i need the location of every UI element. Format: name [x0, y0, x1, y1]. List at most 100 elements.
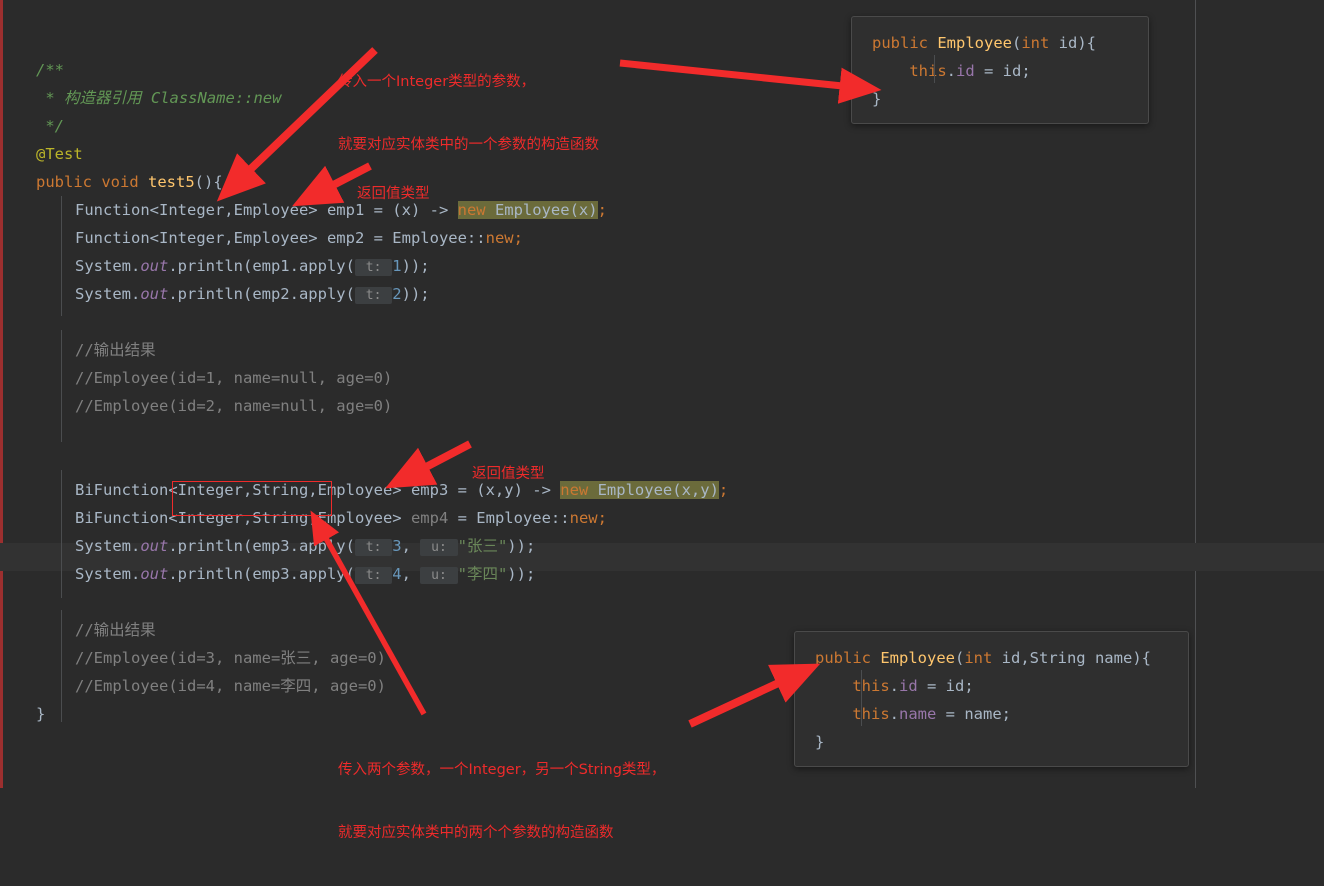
code-token: ; — [513, 229, 523, 247]
code-token: )); — [507, 565, 536, 583]
code-token: System. — [75, 537, 141, 555]
code-token: public — [815, 649, 881, 667]
code-token: , — [401, 537, 421, 555]
arrow-to-two-arg-constructor — [688, 663, 821, 728]
code-token: System. — [75, 257, 141, 275]
code-token: out — [140, 257, 169, 275]
code-token: System. — [75, 565, 141, 583]
indent-guide — [61, 330, 62, 442]
code-token: . — [889, 677, 899, 695]
code-line[interactable]: Function<Integer,Employee> emp1 = (x) ->… — [75, 196, 607, 224]
code-line[interactable]: * 构造器引用 ClassName::new — [36, 84, 281, 112]
code-token: //Employee(id=1, name=null, age=0) — [75, 369, 393, 387]
code-token: this — [852, 677, 890, 695]
snippet-constructor-two-args: public Employee(int id,String name){ thi… — [794, 631, 1189, 767]
code-line[interactable]: //Employee(id=1, name=null, age=0) — [75, 364, 392, 392]
code-token: test5 — [148, 173, 195, 191]
code-line[interactable]: //Employee(id=2, name=null, age=0) — [75, 392, 392, 420]
code-token: name — [899, 705, 937, 723]
code-line[interactable]: System.out.println(emp2.apply( t: 2)); — [75, 280, 430, 310]
indent-guide — [61, 470, 62, 598]
code-token: ( — [1011, 34, 1022, 52]
snippet-code-line: public Employee(int id,String name){ — [795, 644, 1188, 672]
code-token: ){ — [1132, 649, 1151, 667]
snippet-code-line: } — [795, 728, 1188, 756]
arrow-to-return-type-2 — [385, 440, 472, 489]
arrow-to-one-arg-constructor — [619, 59, 882, 104]
snippet-constructor-one-arg: public Employee(int id){ this.id = id;} — [851, 16, 1149, 124]
code-token: 3 — [392, 537, 402, 555]
code-token: = id; — [974, 62, 1031, 80]
code-token: id — [1058, 34, 1078, 52]
code-token: 4 — [392, 565, 402, 583]
code-token: out — [140, 285, 169, 303]
code-token: this — [909, 62, 947, 80]
snippet-code-line: this.name = name; — [795, 700, 1188, 728]
code-token: . — [889, 705, 899, 723]
code-token: .println(emp3.apply( — [168, 537, 355, 555]
code-token: //Employee(id=2, name=null, age=0) — [75, 397, 393, 415]
snippet-code-line: public Employee(int id){ — [852, 29, 1148, 57]
code-token: .println(emp2.apply( — [168, 285, 355, 303]
code-token: )); — [401, 285, 430, 303]
code-token: 1 — [392, 257, 402, 275]
annotation-two-params: 传入两个参数，一个Integer，另一个String类型， 就要对应实体类中的两… — [338, 762, 666, 841]
code-token: public — [872, 34, 938, 52]
code-token: new — [457, 201, 495, 219]
code-token: Employee(x) — [494, 201, 598, 219]
code-token: } — [36, 705, 46, 723]
code-token: u: — [420, 539, 458, 556]
code-token: int — [1021, 34, 1059, 52]
code-token: } — [815, 733, 825, 751]
code-line[interactable]: System.out.println(emp3.apply( t: 3, u: … — [75, 532, 535, 562]
code-token: "张三" — [457, 537, 508, 555]
code-line[interactable]: */ — [36, 112, 64, 140]
code-editor[interactable]: /** * 构造器引用 ClassName::new */@Test public… — [0, 0, 1324, 841]
generic-types-red-box — [172, 481, 332, 516]
code-token: int — [964, 649, 1002, 667]
code-token: , — [401, 565, 421, 583]
indent-guide — [61, 196, 62, 316]
code-token: @Test — [36, 145, 83, 163]
code-line[interactable]: System.out.println(emp1.apply( t: 1)); — [75, 252, 430, 282]
code-token: */ — [36, 117, 64, 135]
code-token: new — [485, 229, 514, 247]
code-token: /** — [36, 61, 64, 79]
code-token: id — [956, 62, 975, 80]
snippet-code-line: this.id = id; — [795, 672, 1188, 700]
code-line[interactable]: System.out.println(emp3.apply( t: 4, u: … — [75, 560, 535, 590]
code-token: //Employee(id=4, name=李四, age=0) — [75, 677, 386, 695]
code-token: * 构造器引用 ClassName::new — [36, 89, 282, 107]
code-token: void — [101, 173, 148, 191]
code-token: ; — [597, 509, 607, 527]
code-line[interactable]: //输出结果 — [75, 616, 156, 644]
annotation-return-type-2: 返回值类型 — [472, 466, 545, 482]
code-token: 2 — [392, 285, 402, 303]
code-token: (){ — [194, 173, 223, 191]
code-token: //输出结果 — [75, 341, 156, 359]
code-line[interactable]: } — [36, 700, 45, 728]
code-token: //Employee(id=3, name=张三, age=0) — [75, 649, 386, 667]
indent-guide — [61, 610, 62, 722]
code-line[interactable]: //Employee(id=4, name=李四, age=0) — [75, 672, 386, 700]
code-line[interactable]: //输出结果 — [75, 336, 156, 364]
code-line[interactable]: /** — [36, 56, 64, 84]
right-edge-divider — [1195, 0, 1196, 788]
code-line[interactable]: Function<Integer,Employee> emp2 = Employ… — [75, 224, 523, 252]
code-token: Employee — [937, 34, 1012, 52]
code-line[interactable]: @Test — [36, 140, 83, 168]
code-token: .println(emp3.apply( — [168, 565, 355, 583]
code-line[interactable]: //Employee(id=3, name=张三, age=0) — [75, 644, 386, 672]
annotation-return-type-1: 返回值类型 — [357, 186, 430, 202]
code-token: t: — [354, 567, 393, 584]
code-line[interactable]: public void test5(){ — [36, 168, 223, 196]
code-token: "李四" — [457, 565, 508, 583]
code-token: ; — [718, 481, 729, 499]
code-token: ){ — [1077, 34, 1096, 52]
snippet-code-line: } — [852, 85, 1148, 113]
code-token: id,String name — [1001, 649, 1133, 667]
code-token: )); — [401, 257, 430, 275]
